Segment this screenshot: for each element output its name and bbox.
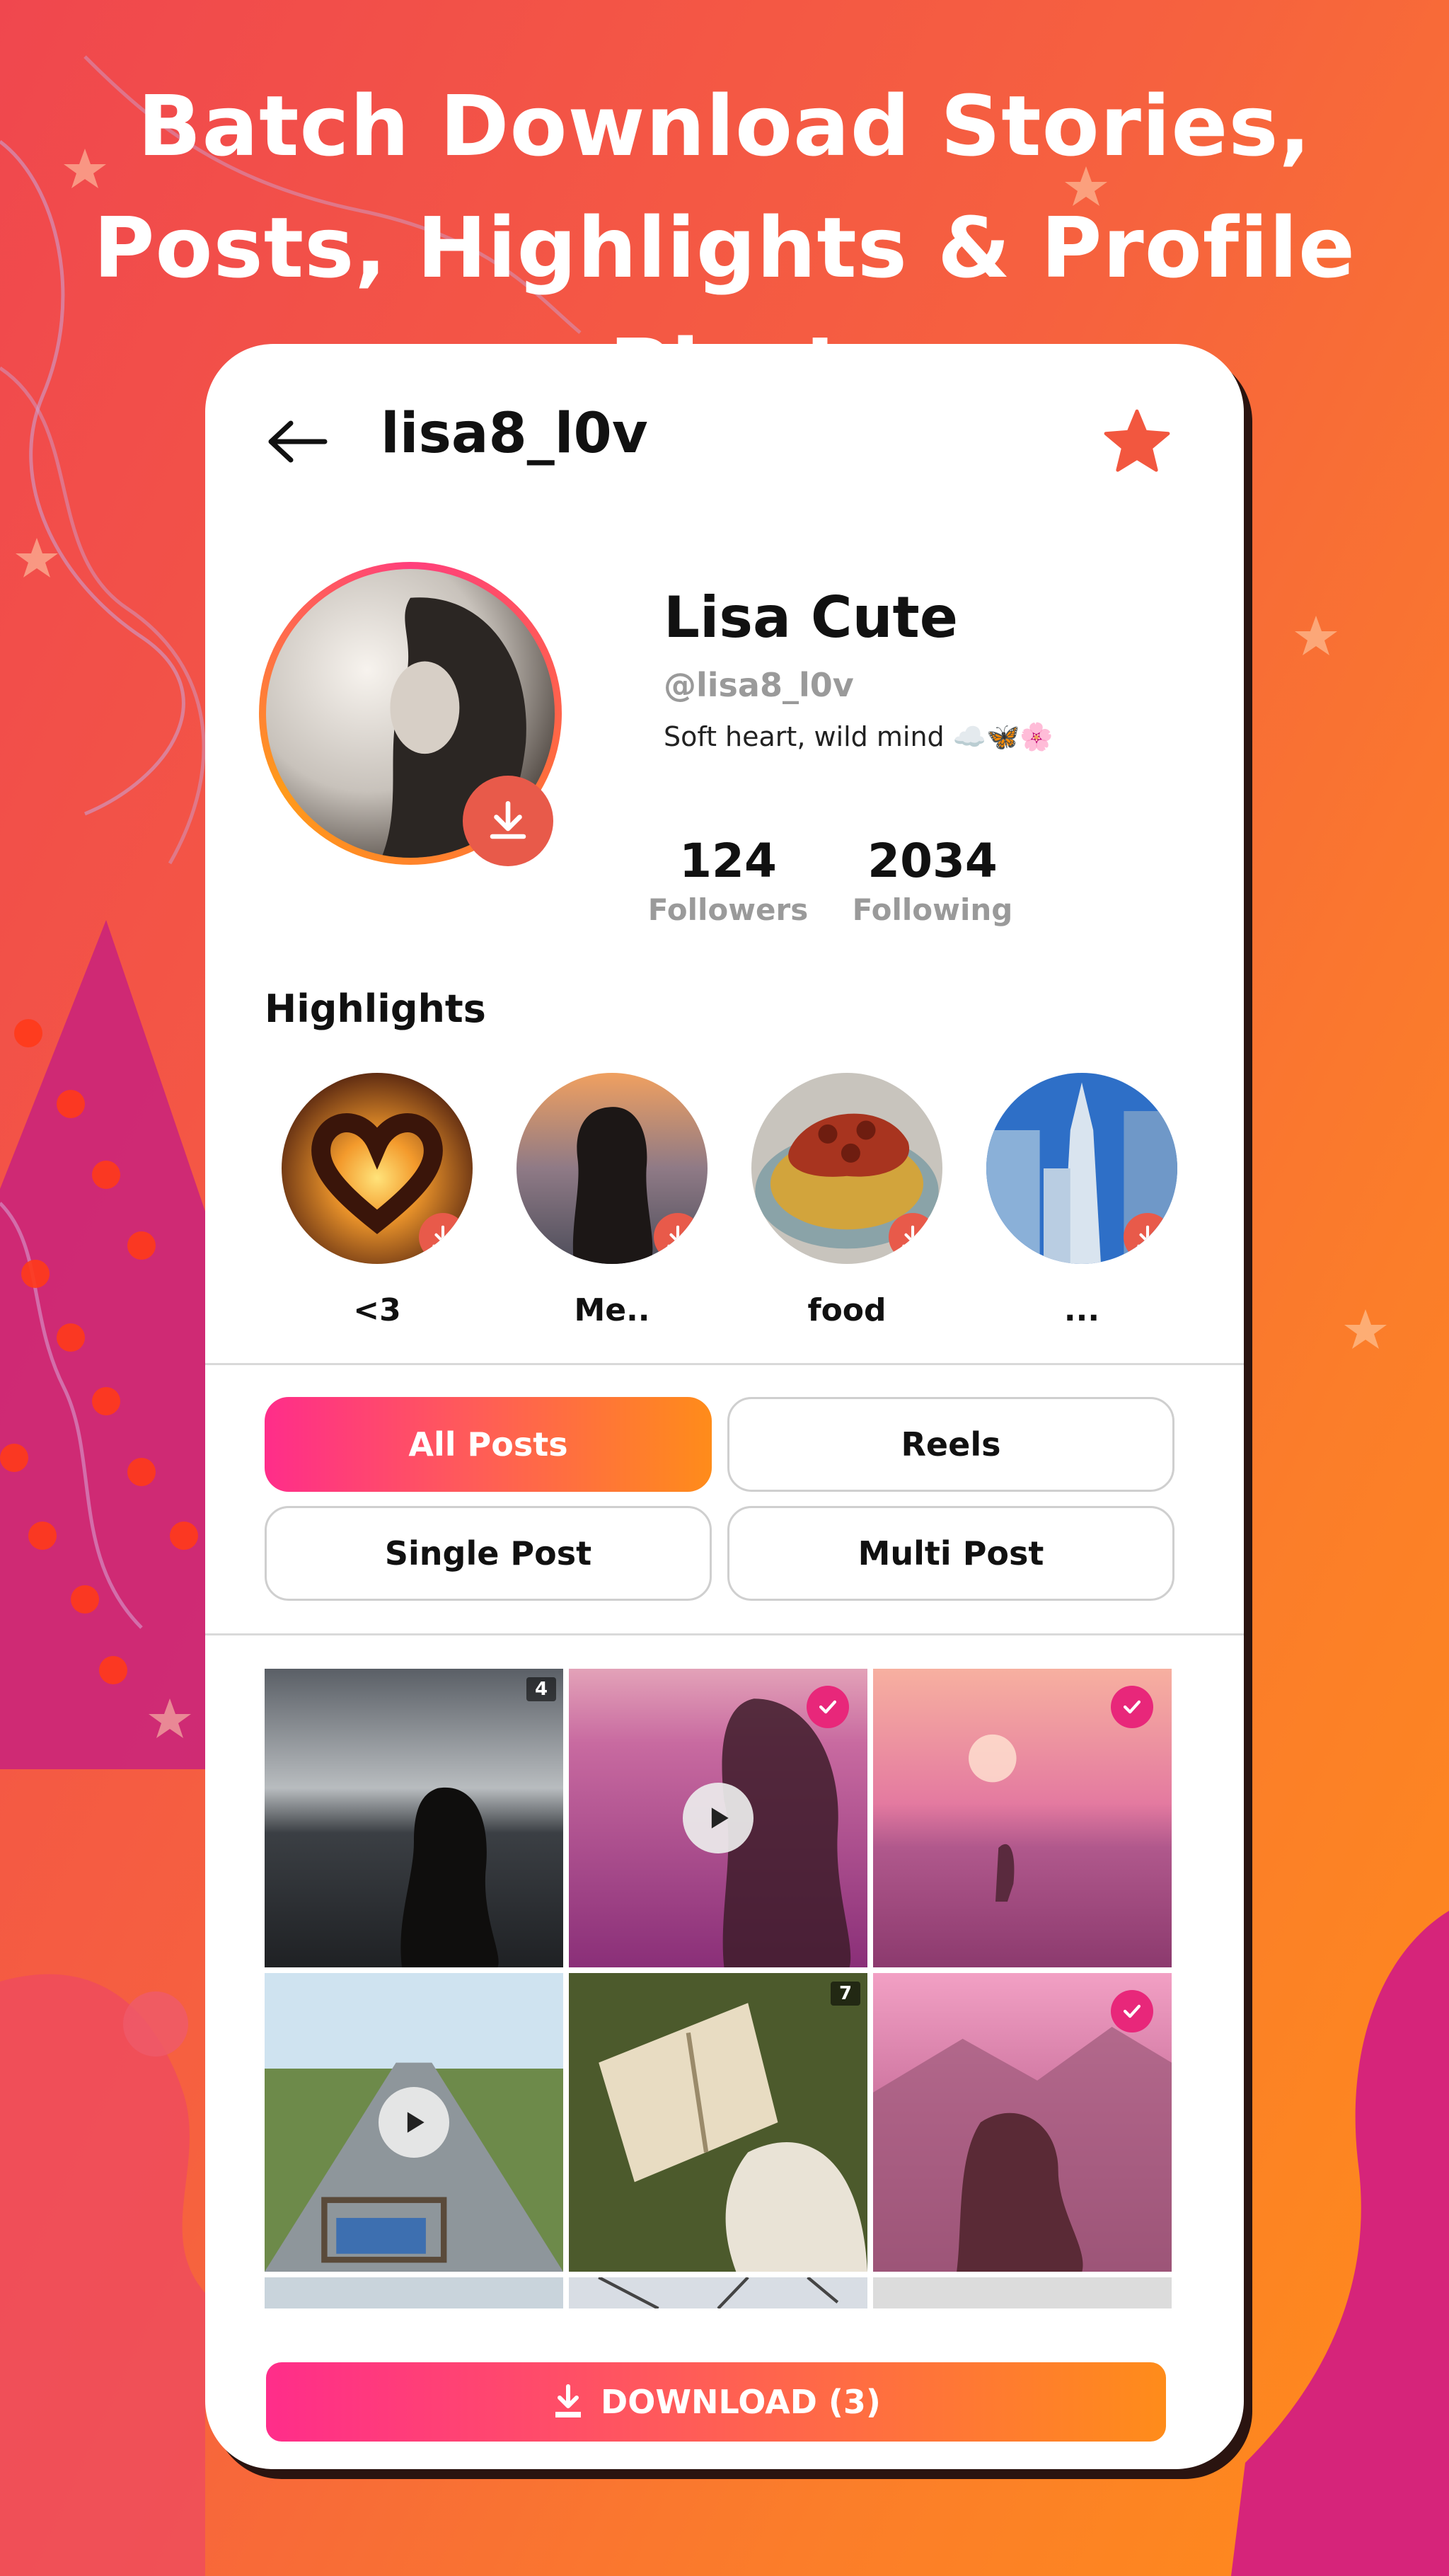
download-button[interactable]: DOWNLOAD (3) [266, 2362, 1166, 2442]
star-icon [1104, 409, 1170, 472]
grid-item[interactable] [873, 2277, 1172, 2308]
download-icon [432, 1225, 454, 1248]
grid-item[interactable] [873, 1669, 1172, 1967]
download-icon [667, 1225, 688, 1248]
followers-label: Followers [647, 892, 809, 927]
highlight-thumbnail [282, 1073, 473, 1264]
highlight-item[interactable]: food [751, 1073, 942, 1328]
highlight-item[interactable]: ... [986, 1073, 1177, 1328]
grid-item[interactable] [873, 1973, 1172, 2272]
highlight-label: ... [1063, 1292, 1100, 1328]
highlight-thumbnail [751, 1073, 942, 1264]
highlights-title: Highlights [265, 987, 486, 1031]
grid-item[interactable]: 4 [265, 1669, 563, 1967]
following-stat[interactable]: 2034 Following [833, 834, 1032, 927]
highlight-download-button[interactable] [419, 1213, 467, 1261]
highlight-item[interactable]: <3 [282, 1073, 473, 1328]
grid-item[interactable]: 7 [569, 1973, 867, 2272]
grid-item[interactable] [265, 1973, 563, 2272]
followers-count: 124 [679, 834, 777, 888]
divider [205, 1633, 1244, 1635]
highlight-download-button[interactable] [1124, 1213, 1172, 1261]
download-button-label: DOWNLOAD (3) [601, 2383, 881, 2421]
profile-handle: @lisa8_l0v [664, 666, 854, 704]
tab-single-post[interactable]: Single Post [265, 1506, 712, 1601]
divider [205, 1363, 1244, 1365]
following-label: Following [852, 892, 1013, 927]
grid-item[interactable] [265, 2277, 563, 2308]
phone-screen: lisa8_l0v Lisa Cute @lisa8_l0v Soft hear… [205, 344, 1244, 2469]
favorite-button[interactable] [1098, 402, 1176, 480]
download-icon [555, 2384, 582, 2417]
profile-bio: Soft heart, wild mind ☁️🦋🌸 [664, 721, 1053, 752]
multi-count-badge: 7 [831, 1982, 860, 2006]
headline-line-1: Batch Download Stories, [137, 77, 1312, 175]
highlight-label: Me.. [574, 1292, 650, 1328]
highlight-thumbnail [986, 1073, 1177, 1264]
arrow-left-icon [268, 420, 328, 463]
back-button[interactable] [263, 408, 331, 476]
tab-multi-post[interactable]: Multi Post [727, 1506, 1174, 1601]
play-icon [379, 2087, 449, 2158]
highlight-item[interactable]: Me.. [516, 1073, 708, 1328]
download-icon [1137, 1225, 1158, 1248]
highlight-label: <3 [353, 1292, 401, 1328]
selected-check-icon[interactable] [1111, 1686, 1153, 1728]
avatar-download-button[interactable] [463, 776, 553, 866]
highlight-download-button[interactable] [654, 1213, 702, 1261]
grid-item[interactable] [569, 2277, 867, 2308]
tab-reels[interactable]: Reels [727, 1397, 1174, 1492]
tab-all-posts[interactable]: All Posts [265, 1397, 712, 1492]
highlight-label: food [807, 1292, 887, 1328]
profile-display-name: Lisa Cute [664, 585, 959, 650]
download-icon [490, 800, 526, 839]
play-icon [683, 1783, 754, 1853]
following-count: 2034 [867, 834, 998, 888]
grid-item[interactable] [569, 1669, 867, 1967]
header-username: lisa8_l0v [381, 402, 648, 466]
selected-check-icon[interactable] [807, 1686, 849, 1728]
selected-check-icon[interactable] [1111, 1990, 1153, 2032]
followers-stat[interactable]: 124 Followers [647, 834, 809, 927]
highlight-download-button[interactable] [889, 1213, 937, 1261]
multi-count-badge: 4 [526, 1677, 556, 1701]
highlight-thumbnail [516, 1073, 708, 1264]
download-icon [902, 1225, 923, 1248]
